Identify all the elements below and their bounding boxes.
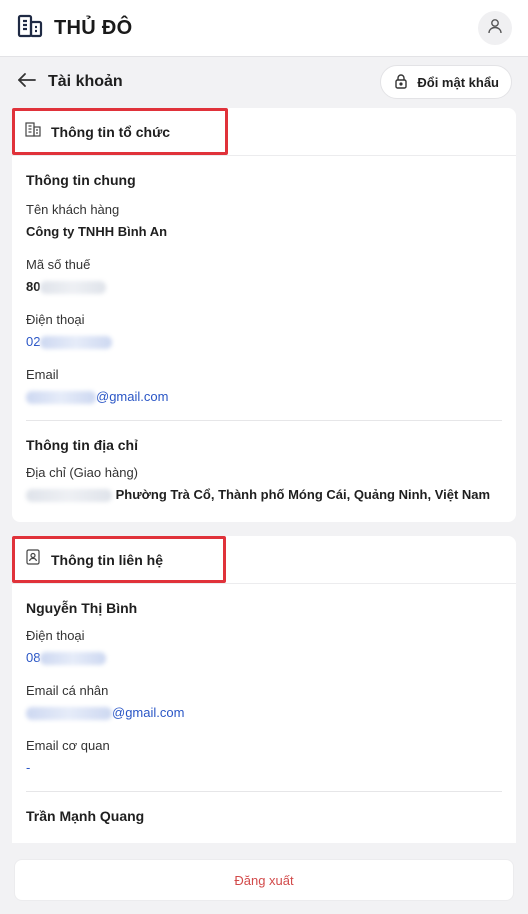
general-info-section: Thông tin chung Tên khách hàng Công ty T… <box>12 172 516 503</box>
user-profile-button[interactable] <box>478 11 512 45</box>
app-title: THỦ ĐÔ <box>54 16 133 39</box>
contact-name: Trần Mạnh Quang <box>26 808 145 825</box>
organization-card-title: Thông tin tổ chức <box>51 123 171 140</box>
building-logo-icon <box>16 12 54 45</box>
phone-row[interactable]: 02 <box>26 334 502 350</box>
organization-info-card: Thông tin tổ chức Thông tin chung Tên kh… <box>12 108 516 522</box>
contact-phone-label: Điện thoại <box>26 628 85 643</box>
bottom-bar: Đăng xuất <box>0 843 528 914</box>
redacted-email <box>26 391 96 405</box>
change-password-label: Đổi mật khẩu <box>417 74 499 90</box>
contact-name: Nguyễn Thị Bình <box>26 600 138 616</box>
contact-card-title: Thông tin liên hệ <box>51 551 163 568</box>
contact-phone-value: 08 <box>26 650 41 665</box>
back-arrow-icon[interactable] <box>16 69 48 96</box>
customer-name-value: Công ty TNHH Bình An <box>26 224 168 239</box>
organization-card-header: Thông tin tổ chức <box>12 108 516 156</box>
delivery-address-row: Phường Trà Cổ, Thành phố Móng Cái, Quảng… <box>26 487 502 503</box>
delivery-address-value: Phường Trà Cổ, Thành phố Móng Cái, Quảng… <box>115 487 491 503</box>
tax-code-label: Mã số thuế <box>26 257 91 272</box>
contact-info-card: Thông tin liên hệ Nguyễn Thị Bình Điện t… <box>12 536 516 856</box>
contact-card-header: Thông tin liên hệ <box>12 536 516 584</box>
redacted-contact-phone <box>40 652 107 666</box>
email-value: @gmail.com <box>96 389 169 405</box>
app-bar: THỦ ĐÔ <box>0 0 528 57</box>
page-header: Tài khoản Đổi mật khẩu <box>0 57 528 107</box>
phone-value: 02 <box>26 334 41 350</box>
office-building-icon <box>24 120 51 143</box>
logout-button[interactable]: Đăng xuất <box>14 859 514 901</box>
page-title: Tài khoản <box>48 73 123 90</box>
section-divider <box>26 420 502 422</box>
customer-name-label: Tên khách hàng <box>26 202 120 217</box>
tax-code-value: 80 <box>26 279 41 294</box>
contact-divider <box>26 791 502 793</box>
redacted-tax-code <box>40 281 107 295</box>
work-email-value: - <box>26 760 31 776</box>
personal-email-label: Email cá nhân <box>26 683 109 699</box>
general-info-title: Thông tin chung <box>26 172 136 188</box>
delivery-address-label: Địa chỉ (Giao hàng) <box>26 465 138 481</box>
contact-card-icon <box>24 548 51 571</box>
contact-item: Nguyễn Thị Bình Điện thoại 08 Email cá n… <box>12 600 516 824</box>
address-info-title: Thông tin địa chỉ <box>26 437 138 454</box>
personal-email-value: @gmail.com <box>112 705 185 721</box>
redacted-personal-email <box>26 707 112 721</box>
work-email-label: Email cơ quan <box>26 738 110 754</box>
tax-code-row: 80 <box>26 279 502 295</box>
contact-phone-row[interactable]: 08 <box>26 650 502 666</box>
change-password-button[interactable]: Đổi mật khẩu <box>380 65 512 99</box>
phone-label: Điện thoại <box>26 312 85 328</box>
lock-icon <box>393 73 417 92</box>
logout-label: Đăng xuất <box>234 872 294 888</box>
email-label: Email <box>26 367 59 383</box>
user-icon <box>486 17 504 40</box>
redacted-address <box>26 489 112 503</box>
email-row[interactable]: @gmail.com <box>26 389 502 405</box>
redacted-phone <box>40 336 113 350</box>
personal-email-row[interactable]: @gmail.com <box>26 705 502 721</box>
